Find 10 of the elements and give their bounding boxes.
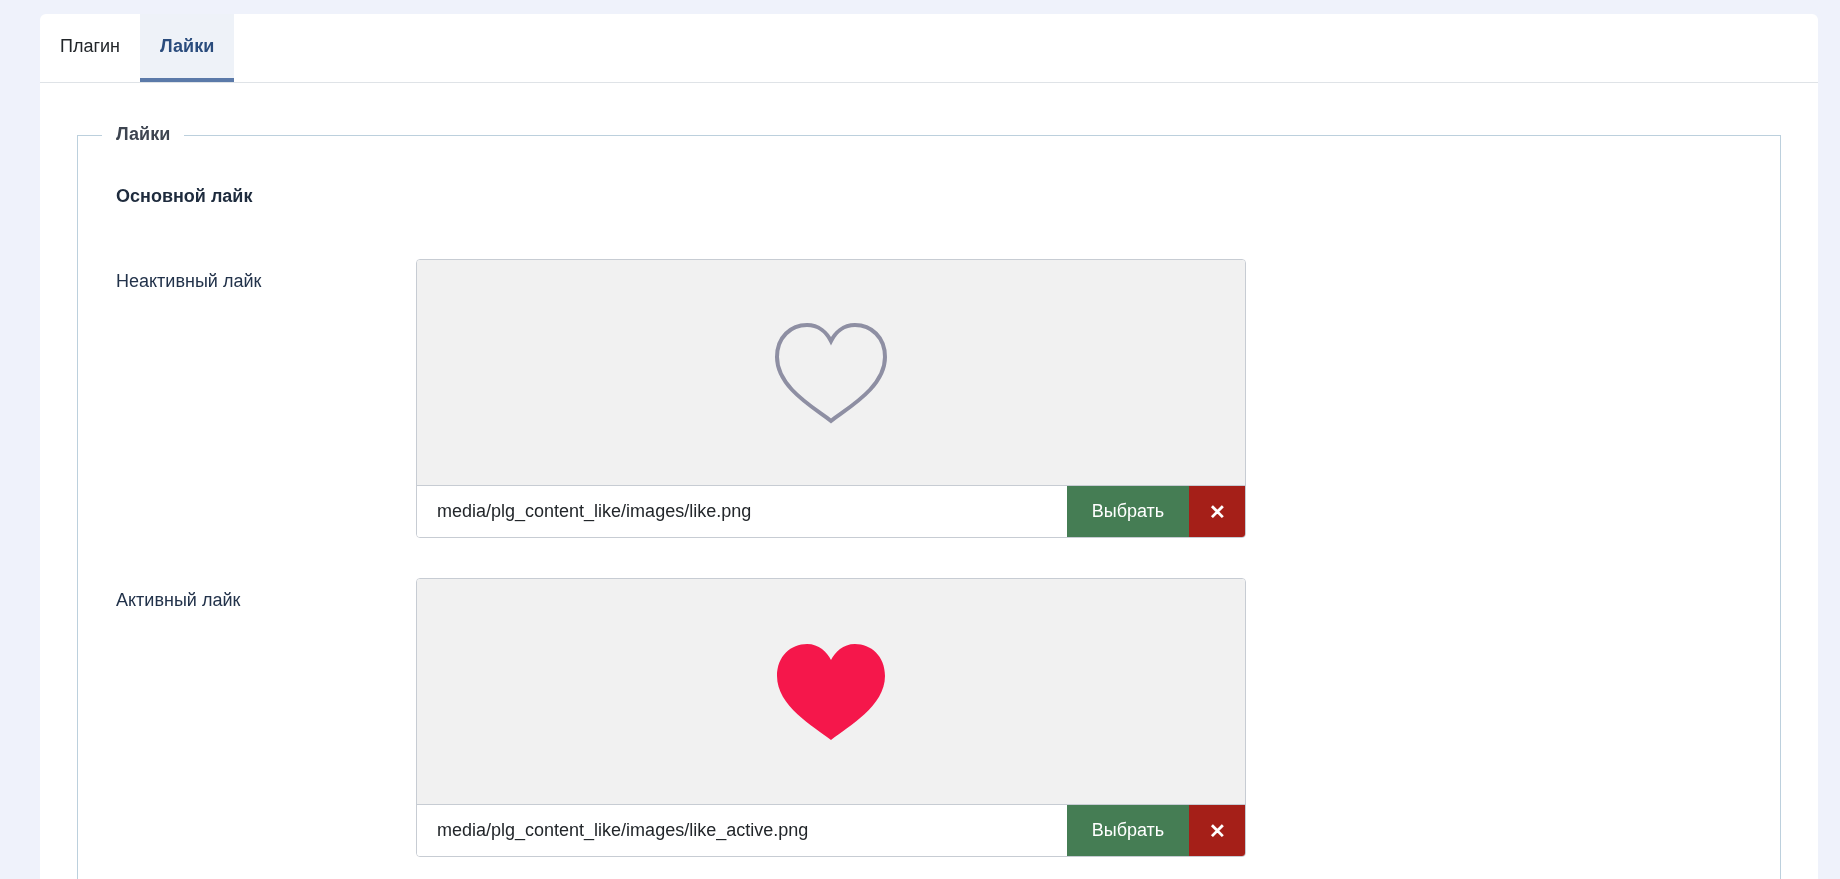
heart-outline-icon	[773, 320, 889, 425]
field-label: Активный лайк	[116, 589, 242, 612]
tab[interactable]: Плагин	[40, 14, 140, 82]
select-button[interactable]: Выбрать	[1067, 805, 1189, 856]
clear-button[interactable]: ✕	[1189, 805, 1245, 856]
field-label: Неактивный лайк	[116, 270, 263, 293]
select-button[interactable]: Выбрать	[1067, 486, 1189, 537]
section-heading: Основной лайк	[116, 186, 254, 207]
tab[interactable]: Лайки	[140, 14, 235, 82]
clear-button[interactable]: ✕	[1189, 486, 1245, 537]
